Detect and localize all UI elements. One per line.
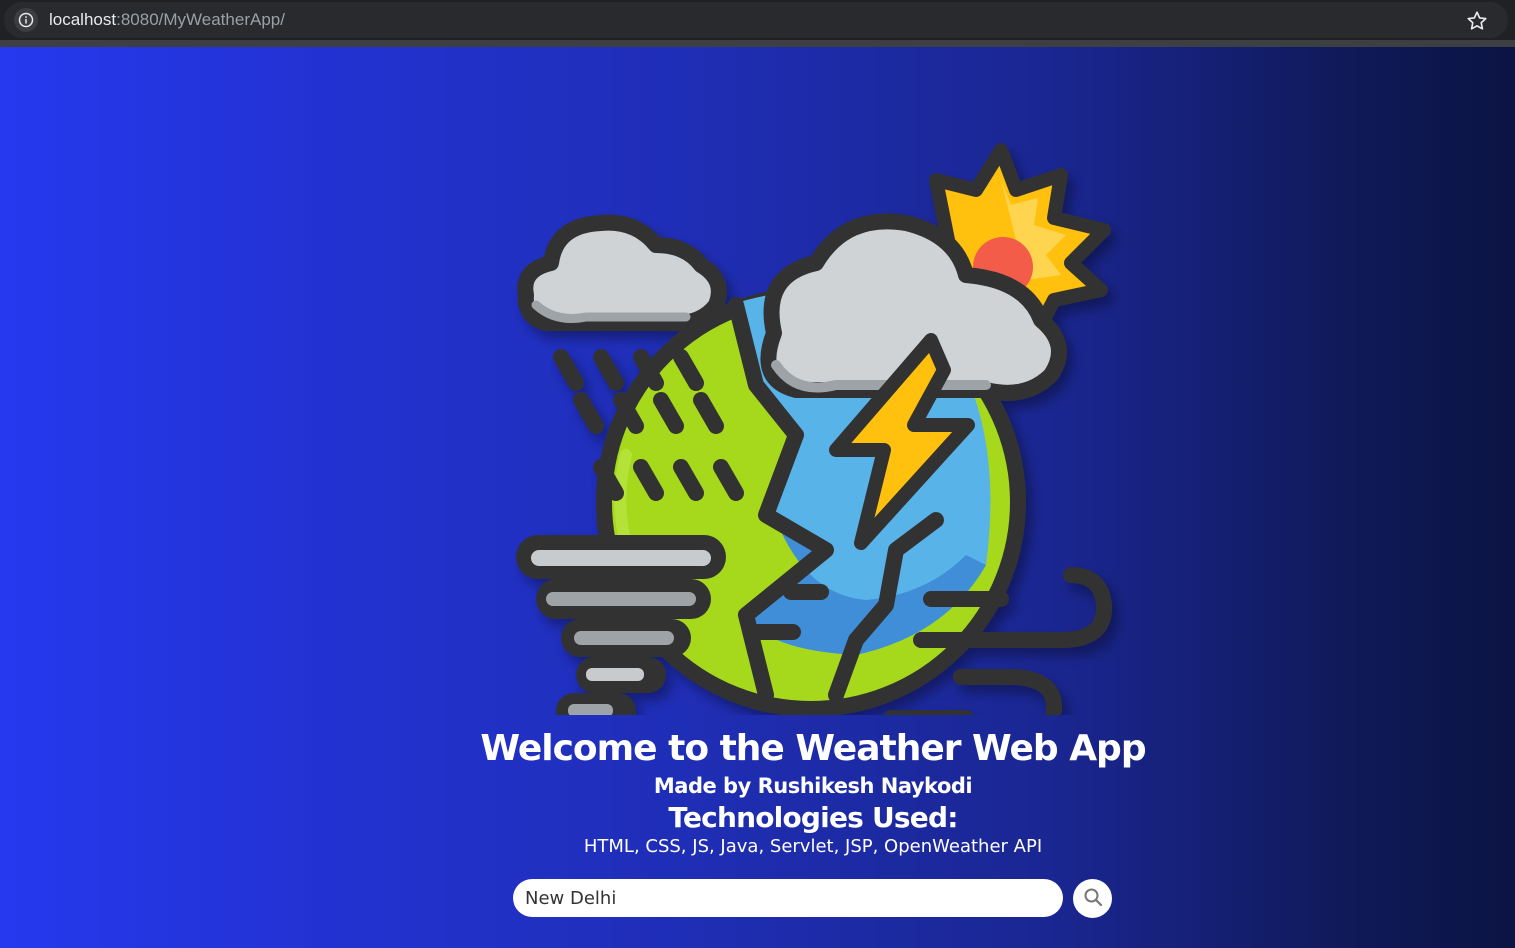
search-icon (1083, 887, 1103, 910)
city-search-input[interactable] (513, 879, 1063, 917)
url-text[interactable]: localhost:8080/MyWeatherApp/ (49, 10, 285, 30)
toolbar-divider (0, 40, 1515, 47)
search-button[interactable] (1073, 879, 1112, 918)
technologies-heading: Technologies Used: (668, 801, 958, 834)
browser-toolbar: localhost:8080/MyWeatherApp/ (0, 0, 1515, 40)
address-bar[interactable]: localhost:8080/MyWeatherApp/ (4, 2, 1508, 38)
author-credit: Made by Rushikesh Naykodi (653, 774, 973, 798)
technologies-list: HTML, CSS, JS, Java, Servlet, JSP, OpenW… (583, 836, 1043, 857)
site-info-icon[interactable] (14, 8, 38, 32)
page-background: Welcome to the Weather Web App Made by R… (0, 47, 1515, 948)
bookmark-star-icon[interactable] (1466, 10, 1488, 36)
weather-globe-illustration (506, 95, 1126, 715)
url-path: :8080/MyWeatherApp/ (116, 10, 285, 29)
url-host: localhost (49, 10, 117, 29)
rain-cloud-icon (517, 214, 727, 332)
page-title: Welcome to the Weather Web App (480, 728, 1146, 769)
